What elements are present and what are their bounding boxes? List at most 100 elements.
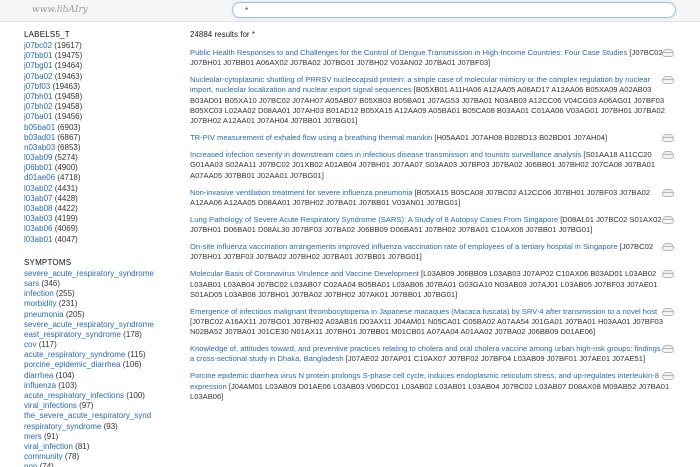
result-title-link[interactable]: Emergence of infectious malignant thromb… <box>190 307 657 316</box>
result-title-link[interactable]: Increased infection severity in downstre… <box>190 150 581 159</box>
pot-icon[interactable] <box>662 270 674 279</box>
pot-icon[interactable] <box>662 134 674 143</box>
label-facet-link[interactable]: j07bg01 <box>24 61 52 70</box>
result-item: Increased infection severity in downstre… <box>190 150 676 181</box>
pot-icon[interactable] <box>662 49 674 57</box>
result-atc-codes: [J07AE02 J07AP01 C10AX07 J07BF02 J07BF04… <box>343 354 646 364</box>
label-facet-item: l03ab07 (4428) <box>24 194 178 204</box>
symptom-facet-count: (346) <box>41 278 61 288</box>
symptom-facet-count: (205) <box>65 309 85 319</box>
symptom-facet-item: the_severe_acute_respiratory_synd <box>24 411 178 421</box>
label-facet-link[interactable]: l03ab09 <box>24 153 52 162</box>
symptom-facet-item: acute_respiratory_infections (100) <box>24 391 178 401</box>
label-facet-link[interactable]: j06bb01 <box>24 163 52 172</box>
label-facet-item: j06bb01 (4900) <box>24 163 178 173</box>
symptom-facet-link[interactable]: acute_respiratory_infections <box>24 391 124 400</box>
pot-icon[interactable] <box>662 215 674 224</box>
symptom-facet-link[interactable]: east_respiratory_syndrome <box>24 330 121 339</box>
label-facet-link[interactable]: l03ab06 <box>24 224 52 233</box>
result-item: Nucleolar-cytoplasmic shuttling of PRRSV… <box>190 75 676 126</box>
symptom-facet-item: diarrhea (104) <box>24 371 178 381</box>
pot-icon[interactable] <box>662 307 674 316</box>
pot-icon[interactable] <box>662 188 674 197</box>
label-facet-link[interactable]: j07bf03 <box>24 82 50 91</box>
search-input[interactable] <box>233 3 675 17</box>
symptoms-facet-title: SYMPTOMS <box>24 257 72 267</box>
symptom-facet-link[interactable]: morbidity <box>24 299 56 308</box>
results-panel: 24884 results for * Public Health Respon… <box>190 29 676 467</box>
symptom-facet-link[interactable]: porcine_epidemic_diarrhea <box>24 360 121 369</box>
symptom-facet-link[interactable]: pneumonia <box>24 310 64 319</box>
symptom-facet-link[interactable]: influenza <box>24 381 56 390</box>
label-facet-link[interactable]: j07bh01 <box>24 92 52 101</box>
label-facet-link[interactable]: l03ab03 <box>24 214 52 223</box>
label-facet-link[interactable]: l03ab08 <box>24 204 52 213</box>
result-title-link[interactable]: On-site influenza vaccination arrangemen… <box>190 242 618 251</box>
symptom-facet-item: east_respiratory_syndrome (178) <box>24 330 178 340</box>
label-facet-count: (4199) <box>54 214 78 224</box>
symptom-facet-link[interactable]: non <box>24 462 37 467</box>
result-item: Lung Pathology of Severe Acute Respirato… <box>190 215 676 236</box>
label-facet-link[interactable]: l03ab01 <box>24 235 52 244</box>
results-list: Public Health Responses to and Challenge… <box>190 48 676 402</box>
label-facet-count: (4718) <box>57 173 81 183</box>
label-facet-count: (19463) <box>52 81 81 91</box>
symptom-facet-count: (106) <box>122 360 142 370</box>
label-facet-count: (6903) <box>57 122 81 132</box>
symptom-facet-link[interactable]: the_severe_acute_respiratory_synd <box>24 411 151 420</box>
label-facet-count: (4422) <box>54 204 78 213</box>
brand-logo[interactable]: www.libAIry <box>32 5 88 15</box>
symptom-facet-link[interactable]: sars <box>24 279 39 288</box>
label-facet-link[interactable]: d01ae06 <box>24 173 55 182</box>
result-title-link[interactable]: TR-PIV measurement of exhaled flow using… <box>190 133 432 142</box>
pot-icon[interactable] <box>662 372 674 381</box>
label-facet-link[interactable]: l03ab02 <box>24 184 52 193</box>
symptom-facet-link[interactable]: respiratory_syndrome <box>24 422 101 431</box>
symptom-facet-link[interactable]: acute_respiratory_syndrome <box>24 350 125 359</box>
label-facet-link[interactable]: l03ab07 <box>24 194 52 203</box>
label-facet-link[interactable]: b03ad01 <box>24 133 55 142</box>
label-facet-link[interactable]: j07bb01 <box>24 51 52 60</box>
symptom-facet-link[interactable]: cov <box>24 340 36 349</box>
symptom-facet-link[interactable]: severe_acute_respiratory_syndrome <box>24 269 154 278</box>
symptom-facet-link[interactable]: infection <box>24 289 54 298</box>
symptom-facet-link[interactable]: viral_infections <box>24 401 77 410</box>
result-atc-codes: [H05AA01 J07AH08 B02BD13 B02BD01 J07AH04… <box>432 133 608 143</box>
symptom-facet-item: porcine_epidemic_diarrhea (106) <box>24 360 178 370</box>
label-facet-item: l03ab09 (5274) <box>24 153 178 163</box>
result-item: Knowledge of, attitudes toward, and prev… <box>190 344 676 365</box>
pot-icon[interactable] <box>662 151 674 160</box>
label-facet-count: (4900) <box>54 163 78 173</box>
label-facet-link[interactable]: j07bc02 <box>24 41 52 50</box>
result-atc-codes: [J07BC02 A16AX11 J07BG01 J07BH02 A03AB16… <box>190 316 663 337</box>
symptom-facet-item: respiratory_syndrome (93) <box>24 422 178 432</box>
symptom-facet-item: cov (117) <box>24 340 178 350</box>
symptom-facet-count: (115) <box>127 350 146 360</box>
result-title-link[interactable]: Lung Pathology of Severe Acute Respirato… <box>190 215 558 224</box>
pot-icon[interactable] <box>662 76 674 85</box>
label-facet-link[interactable]: j07ba02 <box>24 72 52 81</box>
pot-icon[interactable] <box>662 345 674 354</box>
label-facet-item: j07bh01 (19458) <box>24 92 178 102</box>
label-facet-count: (19475) <box>54 51 83 61</box>
label-facet-link[interactable]: n03ab03 <box>24 143 55 152</box>
symptom-facet-link[interactable]: mers <box>24 432 42 441</box>
label-facet-count: (4428) <box>54 193 78 203</box>
label-facet-item: b05ba01 (6903) <box>24 123 178 133</box>
search-box[interactable] <box>232 2 676 18</box>
label-facet-item: j07ba01 (19456) <box>24 112 178 122</box>
label-facet-link[interactable]: j07ba01 <box>24 112 52 121</box>
pot-icon[interactable] <box>662 243 674 252</box>
symptom-facet-link[interactable]: viral_infection <box>24 442 73 451</box>
label-facet-count: (19463) <box>54 71 83 81</box>
symptom-facet-link[interactable]: community <box>24 452 63 461</box>
label-facet-item: l03ab01 (4047) <box>24 235 178 245</box>
result-title-link[interactable]: Molecular Basis of Coronavirus Virulence… <box>190 269 419 278</box>
label-facet-link[interactable]: j07bh02 <box>24 102 52 111</box>
result-title-link[interactable]: Non-invasive ventilation treatment for s… <box>190 188 412 197</box>
label-facet-link[interactable]: b05ba01 <box>24 123 55 132</box>
symptom-facet-link[interactable]: diarrhea <box>24 371 53 380</box>
symptom-facet-link[interactable]: severe_acute_respiratory_syndrome <box>24 320 154 329</box>
result-title-link[interactable]: Public Health Responses to and Challenge… <box>190 48 627 57</box>
label-facet-item: j07bh02 (19458) <box>24 102 178 112</box>
